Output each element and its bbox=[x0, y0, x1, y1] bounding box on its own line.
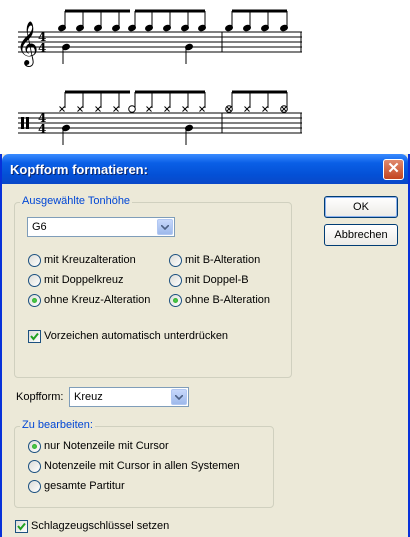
radio-circle bbox=[169, 274, 182, 287]
note-head bbox=[225, 24, 233, 32]
checkmark-icon bbox=[17, 522, 26, 531]
radio-circle bbox=[28, 294, 41, 307]
chevron-down-icon[interactable] bbox=[171, 389, 187, 405]
pitch-select[interactable]: G6 bbox=[27, 217, 175, 237]
time-signature-bottom-1: 4 bbox=[38, 41, 46, 55]
radio-circle bbox=[28, 480, 41, 493]
chevron-down-icon[interactable] bbox=[157, 219, 173, 235]
checkbox-box bbox=[15, 520, 28, 533]
note-head bbox=[181, 24, 189, 32]
ok-button[interactable]: OK bbox=[324, 196, 398, 218]
radio-no-flat-label: ohne B-Alteration bbox=[185, 294, 270, 306]
radio-circle bbox=[28, 274, 41, 287]
radio-circle bbox=[28, 254, 41, 267]
checkbox-box bbox=[28, 330, 41, 343]
note-head bbox=[243, 24, 251, 32]
notehead-select[interactable]: Kreuz bbox=[69, 387, 189, 407]
radio-sharp-label: mit Kreuzalteration bbox=[44, 254, 136, 266]
radio-circle bbox=[169, 254, 182, 267]
lower-voice-staff-bottom bbox=[62, 124, 193, 145]
staff-top bbox=[18, 31, 302, 53]
radio-selected-dot bbox=[32, 444, 37, 449]
lower-voice-staff-top bbox=[62, 43, 193, 64]
treble-clef: 𝄞 bbox=[16, 21, 38, 67]
radio-all-systems-label: Notenzeile mit Cursor in allen Systemen bbox=[44, 460, 240, 472]
note-head bbox=[163, 24, 171, 32]
suppress-accidentals-label: Vorzeichen automatisch unterdrücken bbox=[44, 330, 229, 342]
radio-selected-dot bbox=[173, 298, 178, 303]
edit-scope-legend: Zu bearbeiten: bbox=[20, 419, 95, 431]
checkmark-icon bbox=[30, 332, 39, 341]
radio-double-flat-label: mit Doppel-B bbox=[185, 274, 249, 286]
upper-voice-staff-bottom bbox=[59, 90, 288, 113]
note-head bbox=[58, 24, 66, 32]
note-head bbox=[198, 24, 206, 32]
radio-flat-label: mit B-Alteration bbox=[185, 254, 261, 266]
dialog-titlebar: Kopfform formatieren: ✕ bbox=[2, 154, 408, 184]
radio-double-sharp-label: mit Doppelkreuz bbox=[44, 274, 124, 286]
notehead-format-dialog: Kopfform formatieren: ✕ Ausgewählte Tonh… bbox=[0, 154, 410, 537]
radio-no-sharp-label: ohne Kreuz-Alteration bbox=[44, 294, 151, 306]
note-head bbox=[280, 24, 288, 32]
radio-cursor-staff-label: nur Notenzeile mit Cursor bbox=[44, 440, 169, 452]
music-notation: 𝄞 4 4 4 4 bbox=[16, 9, 302, 145]
percussion-clef-label: Schlagzeugschlüssel setzen bbox=[31, 520, 170, 532]
close-icon: ✕ bbox=[387, 160, 400, 177]
radio-circle bbox=[28, 440, 41, 453]
notehead-label: Kopfform: bbox=[16, 391, 64, 403]
circle-note-head bbox=[128, 105, 136, 113]
radio-full-score-label: gesamte Partitur bbox=[44, 480, 125, 492]
pitch-select-value: G6 bbox=[32, 221, 47, 233]
notehead-select-value: Kreuz bbox=[74, 391, 103, 403]
note-head bbox=[128, 24, 136, 32]
time-signature-bottom-2: 4 bbox=[38, 122, 46, 136]
note-head bbox=[112, 24, 120, 32]
cancel-button[interactable]: Abbrechen bbox=[324, 224, 398, 246]
note-head bbox=[76, 24, 84, 32]
radio-circle bbox=[169, 294, 182, 307]
note-head bbox=[145, 24, 153, 32]
note-head bbox=[94, 24, 102, 32]
upper-voice-staff-top bbox=[58, 9, 288, 32]
note-head bbox=[261, 24, 269, 32]
staff-bottom bbox=[18, 112, 302, 134]
pitch-group-legend: Ausgewählte Tonhöhe bbox=[20, 195, 133, 207]
radio-selected-dot bbox=[32, 298, 37, 303]
score-area: 𝄞 4 4 4 4 bbox=[0, 0, 410, 155]
radio-circle bbox=[28, 460, 41, 473]
close-button[interactable]: ✕ bbox=[383, 159, 404, 180]
dialog-title: Kopfform formatieren: bbox=[10, 162, 148, 177]
